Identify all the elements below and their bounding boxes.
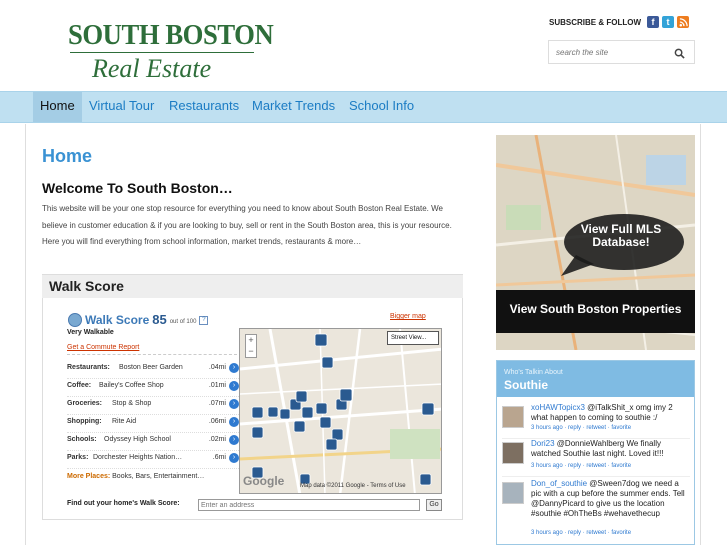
walker-icon: [68, 313, 82, 327]
more-places-label: More Places:: [67, 473, 111, 480]
bigger-map-link[interactable]: Bigger map: [390, 313, 426, 320]
find-walk-score-label: Find out your home's Walk Score:: [67, 500, 180, 507]
tweet-user[interactable]: Don_of_southie: [531, 479, 587, 488]
walk-score-logo: Walk Score 85 out of 100 ?: [68, 312, 209, 327]
tweet: xoHAWTopicx3 @iTalkShit_x omg imy 2 what…: [502, 403, 690, 439]
amenity-name: Bailey's Coffee Shop: [99, 382, 164, 389]
amenity-name: Odyssey High School: [104, 436, 171, 443]
amenity-name: Rite Aid: [112, 418, 137, 425]
arrow-right-icon[interactable]: ›: [229, 381, 239, 391]
twitter-widget-header: Who's Talkin About Southie: [497, 361, 694, 397]
twitter-title: Southie: [504, 378, 548, 392]
tweet-text: xoHAWTopicx3 @iTalkShit_x omg imy 2 what…: [531, 403, 691, 423]
ad-cta-bar[interactable]: View South Boston Properties: [496, 290, 695, 333]
google-logo: Google: [243, 474, 285, 488]
logo-title: SOUTH BOSTON: [68, 19, 274, 51]
amenity-name: Boston Beer Garden: [119, 364, 183, 371]
amenity-distance: .07mi: [208, 400, 226, 407]
intro-paragraph: This website will be your one stop resou…: [42, 204, 452, 246]
amenity-category: Restaurants:: [67, 364, 110, 371]
map-credit: Map data ©2011 Google - Terms of Use: [300, 483, 406, 489]
address-input[interactable]: [198, 499, 420, 511]
amenity-distance: .04mi: [208, 364, 226, 371]
search-box: [548, 40, 695, 64]
facebook-icon[interactable]: f: [647, 16, 659, 28]
nav-restaurants[interactable]: Restaurants: [169, 92, 239, 122]
rss-icon[interactable]: [677, 16, 689, 28]
amenity-row-restaurants[interactable]: Restaurants: Boston Beer Garden .04mi ›: [67, 359, 239, 379]
tweet-user[interactable]: Dori23: [531, 439, 555, 448]
amenity-category: Shopping:: [67, 418, 102, 425]
amenity-row-parks[interactable]: Parks: Dorchester Heights Nation… .6mi ›: [67, 449, 239, 469]
amenity-row-coffee[interactable]: Coffee: Bailey's Coffee Shop .01mi ›: [67, 377, 239, 397]
site-logo[interactable]: SOUTH BOSTON Real Estate: [68, 19, 274, 83]
amenity-row-schools[interactable]: Schools: Odyssey High School .02mi ›: [67, 431, 239, 451]
commute-report-link[interactable]: Get a Commute Report: [67, 344, 139, 351]
widget-divider: [67, 354, 237, 355]
twitter-subtitle: Who's Talkin About: [504, 369, 563, 376]
twitter-widget: Who's Talkin About Southie xoHAWTopicx3 …: [496, 360, 695, 545]
subscribe-label: SUBSCRIBE & FOLLOW: [549, 17, 641, 27]
amenity-name: Dorchester Heights Nation…: [93, 454, 183, 461]
walk-score-heading: Walk Score: [49, 278, 124, 294]
amenity-category: Coffee:: [67, 382, 92, 389]
tweet-meta[interactable]: 3 hours ago · reply · retweet · favorite: [531, 425, 631, 431]
walkability-rating: Very Walkable: [67, 329, 114, 336]
mls-ad-banner[interactable]: View Full MLS Database! View South Bosto…: [496, 135, 695, 350]
amenity-category: Schools:: [67, 436, 97, 443]
ad-cta-text: View South Boston Properties: [509, 302, 682, 316]
walk-score-brand: Walk Score: [85, 313, 150, 327]
site-header: SOUTH BOSTON Real Estate SUBSCRIBE & FOL…: [0, 0, 727, 91]
nav-virtual-tour[interactable]: Virtual Tour: [89, 92, 154, 122]
avatar[interactable]: [502, 442, 524, 464]
walk-score-header: Walk Score: [42, 274, 463, 298]
walk-score-out-of: out of 100: [169, 319, 197, 325]
go-button[interactable]: Go: [426, 499, 442, 511]
logo-rule: [70, 52, 254, 53]
nav-home[interactable]: Home: [33, 92, 82, 122]
more-places[interactable]: More Places: Books, Bars, Entertainment…: [67, 473, 204, 480]
amenity-row-groceries[interactable]: Groceries: Stop & Shop .07mi ›: [67, 395, 239, 415]
nav-school-info[interactable]: School Info: [349, 92, 414, 122]
nav-market-trends[interactable]: Market Trends: [252, 92, 335, 122]
help-icon[interactable]: ?: [199, 316, 209, 325]
amenity-name: Stop & Shop: [112, 400, 152, 407]
tweet-text: Don_of_southie @Sween7dog we need a pic …: [531, 479, 691, 519]
arrow-right-icon[interactable]: ›: [229, 399, 239, 409]
amenity-category: Groceries:: [67, 400, 103, 407]
amenity-distance: .02mi: [208, 436, 226, 443]
tweet: Dori23 @DonnieWahlberg We finally watche…: [502, 439, 690, 477]
welcome-heading: Welcome To South Boston…: [42, 180, 233, 196]
tweet-text: Dori23 @DonnieWahlberg We finally watche…: [531, 439, 691, 459]
tweet-meta[interactable]: 3 hours ago · reply · retweet · favorite: [531, 463, 631, 469]
arrow-right-icon[interactable]: ›: [229, 453, 239, 463]
logo-subtitle: Real Estate: [92, 54, 212, 83]
map-markers: [251, 333, 435, 486]
tweet-user[interactable]: xoHAWTopicx3: [531, 403, 585, 412]
arrow-right-icon[interactable]: ›: [229, 417, 239, 427]
search-input[interactable]: [549, 41, 667, 63]
amenity-distance: .06mi: [208, 418, 226, 425]
walk-score-map[interactable]: + − Street View... Google Map data ©2011…: [239, 328, 442, 494]
main-nav: Home Virtual Tour Restaurants Market Tre…: [0, 91, 727, 123]
avatar[interactable]: [502, 482, 524, 504]
page-title: Home: [42, 146, 93, 166]
tweet: Don_of_southie @Sween7dog we need a pic …: [502, 479, 691, 544]
subscribe-follow: SUBSCRIBE & FOLLOW f t: [549, 16, 689, 28]
amenity-distance: .01mi: [208, 382, 226, 389]
walk-score-value: 85: [152, 312, 167, 327]
walk-score-widget: Walk Score 85 out of 100 ? Very Walkable…: [42, 298, 463, 520]
search-icon[interactable]: [674, 46, 685, 59]
amenity-category: Parks:: [67, 454, 89, 461]
amenity-row-shopping[interactable]: Shopping: Rite Aid .06mi ›: [67, 413, 239, 433]
twitter-icon[interactable]: t: [662, 16, 674, 28]
amenity-distance: .6mi: [212, 454, 226, 461]
avatar[interactable]: [502, 406, 524, 428]
arrow-right-icon[interactable]: ›: [229, 435, 239, 445]
tweet-meta[interactable]: 3 hours ago · reply · retweet · favorite: [531, 530, 631, 536]
arrow-right-icon[interactable]: ›: [229, 363, 239, 373]
ad-bubble-text: View Full MLS Database!: [580, 222, 662, 249]
more-places-text: Books, Bars, Entertainment…: [112, 473, 205, 480]
